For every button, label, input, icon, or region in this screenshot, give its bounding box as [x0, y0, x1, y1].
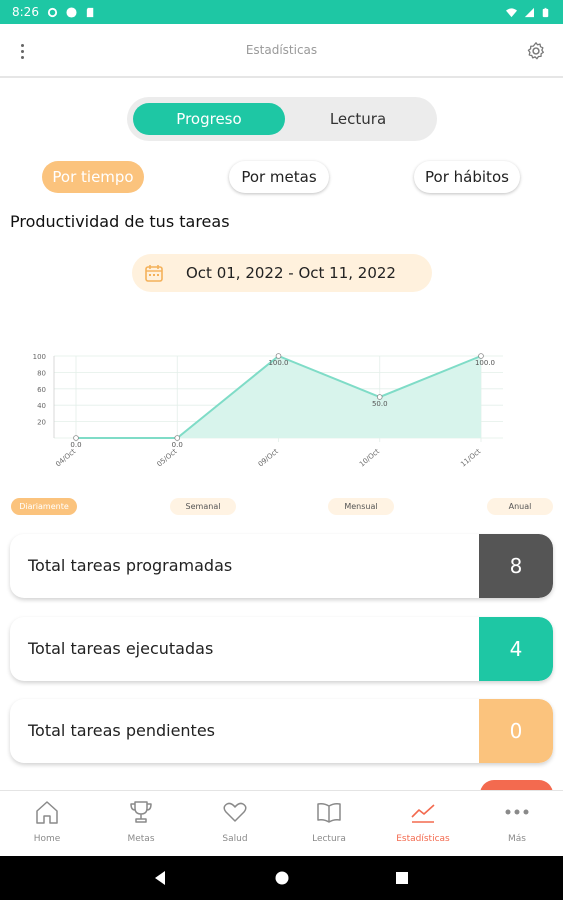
stat-card-pendientes: Total tareas pendientes 0 — [10, 699, 553, 763]
a-status-icon — [66, 6, 77, 18]
nav-mas[interactable]: Más — [470, 791, 563, 857]
tab-lectura[interactable]: Lectura — [282, 103, 434, 135]
heart-icon — [223, 802, 247, 822]
home-circle-icon[interactable] — [272, 868, 292, 888]
y-tick-label: 60 — [37, 386, 46, 394]
nav-metas[interactable]: Metas — [94, 791, 188, 857]
nav-label: Estadísticas — [396, 834, 450, 844]
data-label: 50.0 — [372, 400, 388, 408]
nav-label: Más — [508, 834, 526, 844]
period-anual[interactable]: Anual — [487, 498, 553, 515]
stat-label: Total tareas programadas — [28, 556, 233, 575]
series-area — [76, 356, 481, 438]
section-title: Productividad de tus tareas — [10, 212, 230, 231]
stat-value: 8 — [479, 534, 553, 598]
trophy-icon — [130, 801, 152, 823]
nav-label: Salud — [222, 834, 248, 844]
x-tick-label: 09/Oct — [257, 447, 280, 468]
period-semanal[interactable]: Semanal — [170, 498, 236, 515]
stat-value: 0 — [479, 699, 553, 763]
productivity-chart: 204060801000.0 0.0100.050.0100.004/Oct 05/… — [33, 353, 503, 469]
data-label: 100.0 — [475, 359, 495, 367]
back-icon[interactable] — [151, 868, 171, 888]
system-navigation-bar — [0, 856, 563, 900]
x-tick-label: 04/Oct — [54, 447, 77, 468]
overflow-menu-icon[interactable] — [12, 38, 32, 64]
settings-status-icon — [47, 7, 58, 17]
stat-card-ejecutadas: Total tareas ejecutadas 4 — [10, 617, 553, 681]
nav-label: Home — [33, 834, 61, 844]
home-icon — [36, 801, 58, 824]
sd-card-icon — [86, 7, 94, 17]
nav-home[interactable]: Home — [0, 791, 94, 857]
battery-icon — [542, 7, 549, 17]
bottom-navigation: Home Metas Salud Lectura Estadísticas Má… — [0, 790, 563, 856]
book-icon — [317, 803, 341, 823]
data-point — [275, 353, 282, 359]
calendar-icon — [145, 265, 163, 282]
chart-icon — [411, 804, 435, 823]
date-range-picker[interactable]: Oct 01, 2022 - Oct 11, 2022 — [132, 254, 432, 292]
filter-por-habitos[interactable]: Por hábitos — [414, 161, 520, 193]
stat-label: Total tareas ejecutadas — [28, 639, 214, 658]
y-tick-label: 80 — [37, 369, 46, 377]
stat-value: 4 — [479, 617, 553, 681]
data-label: 100.0 — [268, 359, 288, 367]
status-bar: 8:26 — [0, 0, 563, 24]
gear-icon[interactable] — [525, 40, 547, 62]
signal-icon — [524, 7, 534, 17]
data-point — [174, 435, 181, 441]
data-point — [478, 353, 484, 359]
date-range-text: Oct 01, 2022 - Oct 11, 2022 — [186, 264, 396, 282]
page-title: Estadísticas — [245, 43, 318, 57]
nav-label: Lectura — [312, 834, 346, 844]
y-tick-label: 40 — [37, 402, 46, 410]
x-tick-label: 11/Oct — [459, 447, 482, 468]
data-point — [73, 435, 79, 441]
stat-label: Total tareas pendientes — [28, 721, 216, 740]
nav-estadisticas[interactable]: Estadísticas — [376, 791, 470, 857]
tab-progreso[interactable]: Progreso — [133, 103, 285, 135]
y-tick-label: 20 — [37, 419, 46, 427]
period-diariamente[interactable]: Diariamente — [11, 498, 77, 515]
recents-icon[interactable] — [392, 868, 412, 888]
period-mensual[interactable]: Mensual — [328, 498, 394, 515]
nav-salud[interactable]: Salud — [188, 791, 282, 857]
stat-card-programadas: Total tareas programadas 8 — [10, 534, 553, 598]
app-bar: Estadísticas — [0, 24, 563, 78]
nav-label: Metas — [127, 834, 155, 844]
more-icon — [505, 809, 529, 815]
tab-switcher: Progreso Lectura — [127, 97, 437, 141]
filter-por-metas[interactable]: Por metas — [229, 161, 329, 193]
filter-por-tiempo[interactable]: Por tiempo — [42, 161, 144, 193]
nav-lectura[interactable]: Lectura — [282, 791, 376, 857]
data-point — [376, 394, 383, 400]
x-tick-label: 10/Oct — [358, 447, 381, 468]
wifi-icon — [506, 7, 517, 17]
y-tick-label: 100 — [33, 353, 46, 361]
status-time: 8:26 — [12, 5, 39, 19]
x-tick-label: 05/Oct — [155, 447, 178, 468]
